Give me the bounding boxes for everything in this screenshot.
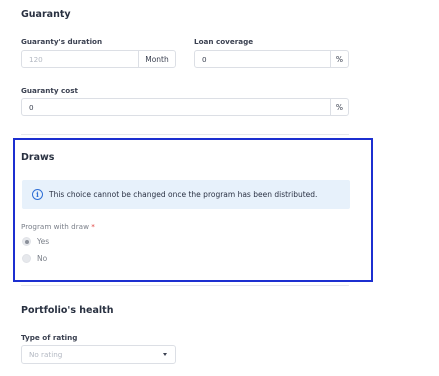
guaranty-cost-label: Guaranty cost (21, 86, 78, 95)
guaranty-duration-value: 120 (29, 54, 43, 64)
loan-coverage-input[interactable]: 0 % (194, 50, 349, 68)
radio-yes-label: Yes (37, 237, 50, 246)
program-with-draw-label: Program with draw * (21, 222, 95, 231)
section-divider (21, 134, 349, 135)
radio-selected-dot (24, 239, 29, 244)
required-mark: * (91, 222, 95, 231)
loan-coverage-unit: % (330, 51, 348, 67)
draws-highlight-frame (13, 138, 373, 282)
guaranty-cost-input[interactable]: 0 % (21, 98, 349, 116)
radio-option-no[interactable]: No (22, 254, 47, 263)
guaranty-duration-label: Guaranty's duration (21, 37, 103, 46)
info-banner-text: This choice cannot be changed once the p… (49, 190, 318, 199)
info-banner: i This choice cannot be changed once the… (22, 180, 350, 209)
program-with-draw-label-text: Program with draw (21, 222, 89, 231)
type-of-rating-value: No rating (29, 350, 63, 359)
guaranty-cost-value: 0 (29, 102, 34, 112)
type-of-rating-label: Type of rating (21, 333, 78, 342)
portfolio-health-section-title: Portfolio's health (21, 305, 114, 316)
section-divider (21, 285, 349, 286)
loan-coverage-value: 0 (202, 54, 207, 64)
chevron-down-icon (163, 353, 167, 356)
info-icon: i (32, 189, 43, 200)
loan-coverage-label: Loan coverage (194, 37, 254, 46)
radio-yes-button[interactable] (22, 237, 31, 246)
guaranty-section-title: Guaranty (21, 9, 71, 20)
radio-no-label: No (37, 254, 48, 263)
radio-no-button[interactable] (22, 254, 31, 263)
guaranty-duration-input[interactable]: 120 Month (21, 50, 176, 68)
radio-option-yes[interactable]: Yes (22, 237, 49, 246)
guaranty-cost-unit: % (330, 99, 348, 115)
type-of-rating-select[interactable]: No rating (21, 345, 176, 364)
guaranty-duration-unit: Month (138, 51, 175, 67)
draws-section-title: Draws (21, 152, 55, 163)
